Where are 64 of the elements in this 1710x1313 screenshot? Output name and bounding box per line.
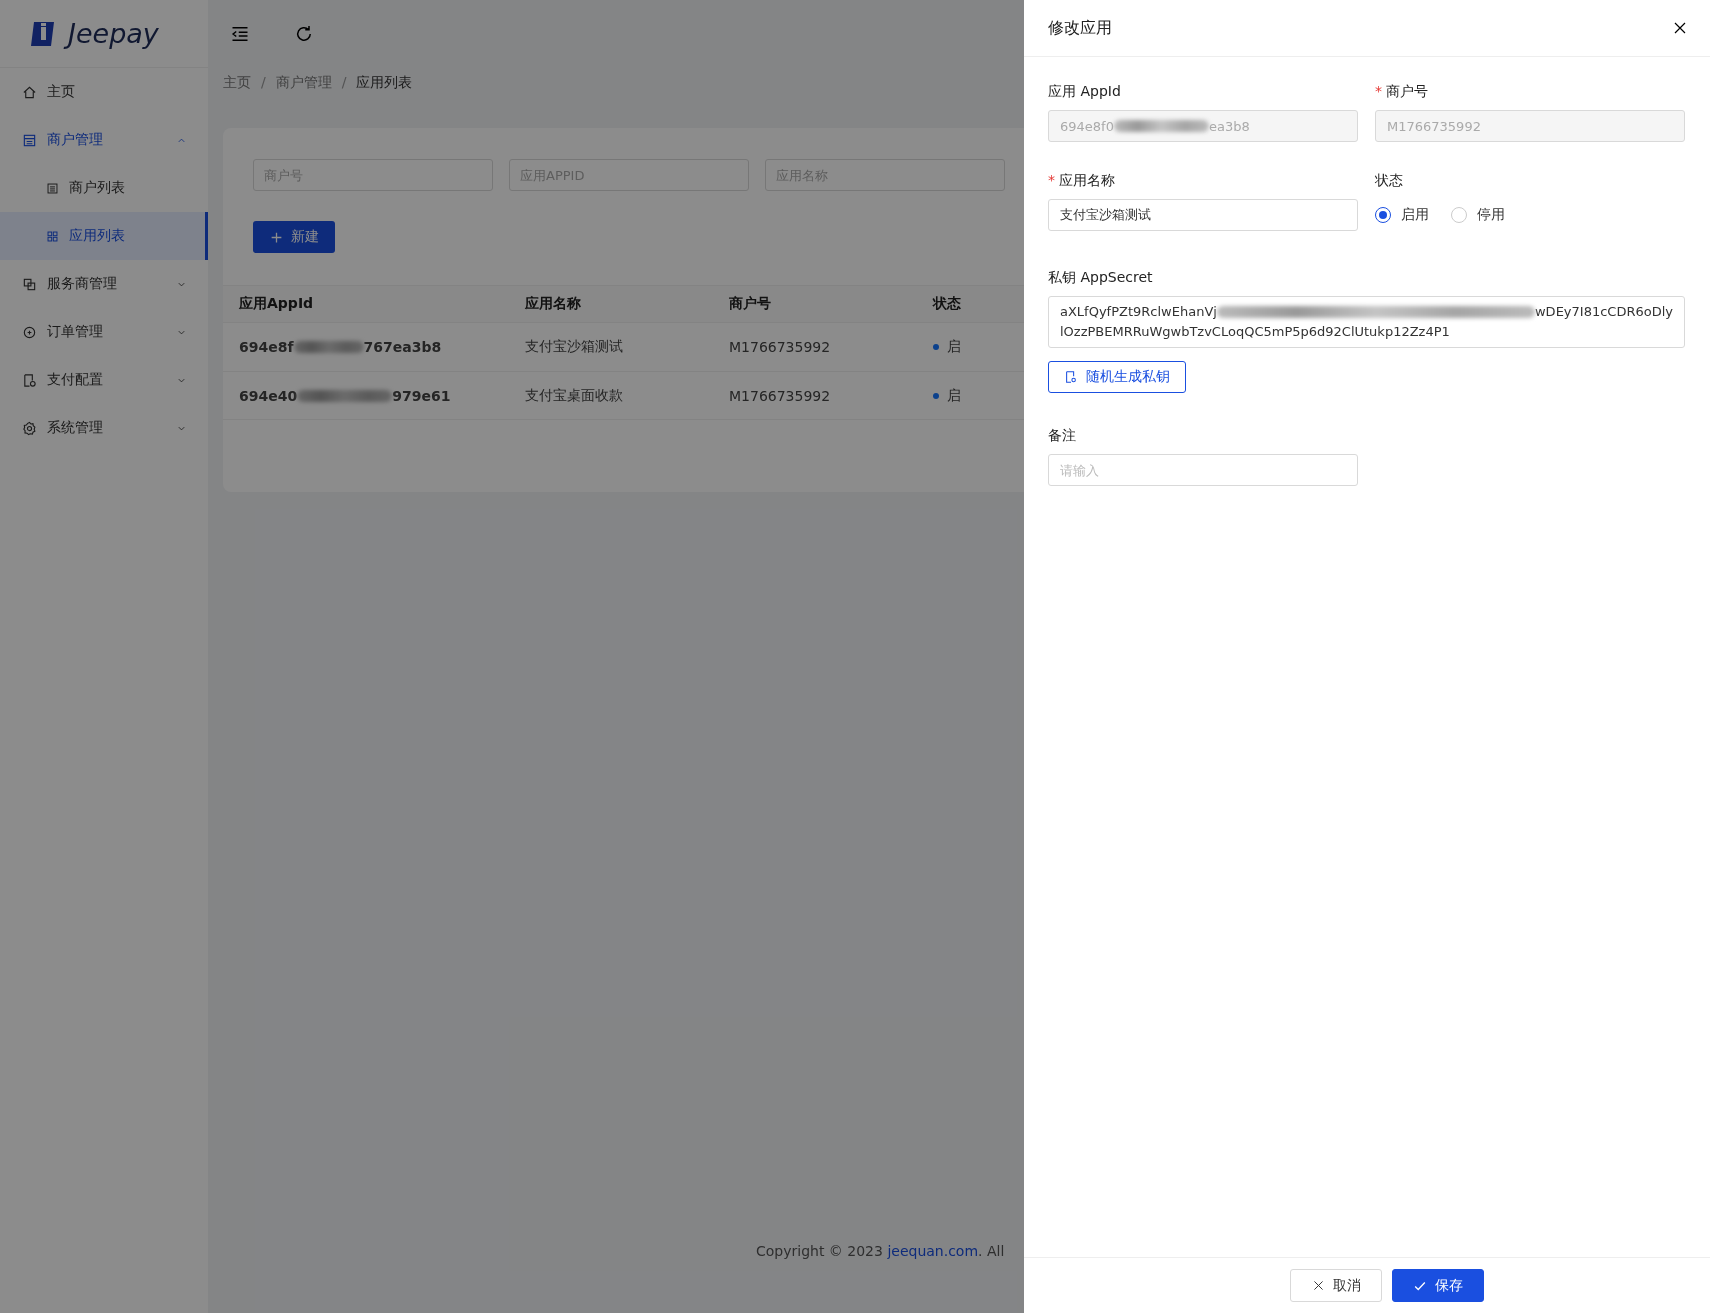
status-radio[interactable]: 停用 — [1451, 206, 1505, 224]
app-name-field[interactable]: 支付宝沙箱测试 — [1048, 199, 1358, 231]
field-label: * 应用名称 — [1048, 172, 1116, 190]
field-label: * 商户号 — [1375, 83, 1429, 101]
table-cell: 启 — [947, 338, 961, 356]
generate-key-button[interactable]: 随机生成私钥 — [1048, 361, 1186, 393]
submenu-item[interactable]: 应用列表 — [0, 212, 208, 260]
status-dot — [933, 344, 939, 350]
breadcrumb-separator: / — [261, 74, 266, 92]
menu-icon — [230, 24, 250, 44]
table-cell-text: 支付宝沙箱测试 — [525, 338, 624, 356]
close-icon — [1672, 20, 1688, 36]
cycle-icon — [22, 324, 37, 340]
table-cell-text: M1766735992 — [729, 339, 832, 355]
status-radio[interactable]: 启用 — [1375, 206, 1429, 224]
table-cell: 979e61 — [392, 387, 451, 404]
save-button[interactable]: 保存 — [1392, 1269, 1484, 1302]
breadcrumb-separator: / — [341, 74, 347, 92]
column-header: 商户号 — [729, 295, 772, 313]
status-dot — [933, 392, 939, 399]
refresh-arrow-icon — [294, 24, 314, 44]
field-label: 状态 — [1375, 172, 1404, 190]
column-header: 应用AppId — [239, 295, 315, 313]
menu-item[interactable]: 主页 — [0, 68, 208, 116]
footer-link[interactable]: jeequan.com — [887, 1243, 979, 1259]
home-icon — [22, 84, 37, 100]
table-cell: 694e40 — [239, 387, 298, 404]
document-gear-icon — [22, 372, 37, 388]
redaction-blur — [293, 341, 364, 353]
list-icon — [46, 181, 59, 195]
field-label: 备注 — [1048, 427, 1077, 445]
cancel-button[interactable]: 取消 — [1290, 1269, 1382, 1302]
column-header: 状态 — [933, 295, 962, 313]
menu-item[interactable]: 商户管理 — [0, 116, 208, 164]
breadcrumb-item[interactable]: 商户管理 — [275, 74, 332, 92]
table-cell-text: M1766735992 — [729, 387, 832, 404]
settings-icon — [22, 420, 37, 436]
refresh-icon[interactable] — [294, 24, 314, 44]
breadcrumb-item[interactable]: 应用列表 — [356, 74, 413, 92]
new-button[interactable]: 新建 — [253, 221, 335, 253]
menu-item[interactable]: 服务商管理 — [0, 260, 208, 308]
table-cell: 767ea3b8 — [363, 339, 442, 355]
breadcrumb-item[interactable]: 主页 — [223, 74, 251, 92]
close-button[interactable] — [1672, 20, 1688, 36]
menu-item[interactable]: 系统管理 — [0, 404, 208, 452]
close-icon — [1311, 1279, 1325, 1292]
table-cell: 694e8f — [239, 339, 294, 355]
drawer-title: 修改应用 — [1048, 17, 1112, 39]
table-cell: 启 — [947, 386, 961, 405]
menu-item[interactable]: 支付配置 — [0, 356, 208, 404]
menu-item[interactable]: 订单管理 — [0, 308, 208, 356]
remark-field[interactable]: 请输入 — [1048, 454, 1358, 486]
grid-icon — [46, 229, 59, 243]
secret-textarea[interactable]: aXLfQyfPZt9RclwEhanVj wDEy7I81cCDR6oDly lOzzPBEMRRuWgwbTzvCLoqQC5mP5p6d92ClUtukp12Zz4P1 — [1048, 296, 1685, 348]
layers-icon — [22, 276, 37, 292]
submenu-item[interactable]: 商户列表 — [0, 164, 208, 212]
shop-icon — [22, 132, 37, 148]
plus-icon — [269, 230, 283, 244]
document-icon — [1064, 370, 1078, 384]
menu-fold-icon[interactable] — [230, 24, 250, 44]
field-label: 应用 AppId — [1048, 83, 1122, 101]
table-cell-text: 支付宝桌面收款 — [525, 386, 624, 405]
column-header: 应用名称 — [525, 295, 582, 313]
field-label: 私钥 AppSecret — [1048, 269, 1154, 287]
